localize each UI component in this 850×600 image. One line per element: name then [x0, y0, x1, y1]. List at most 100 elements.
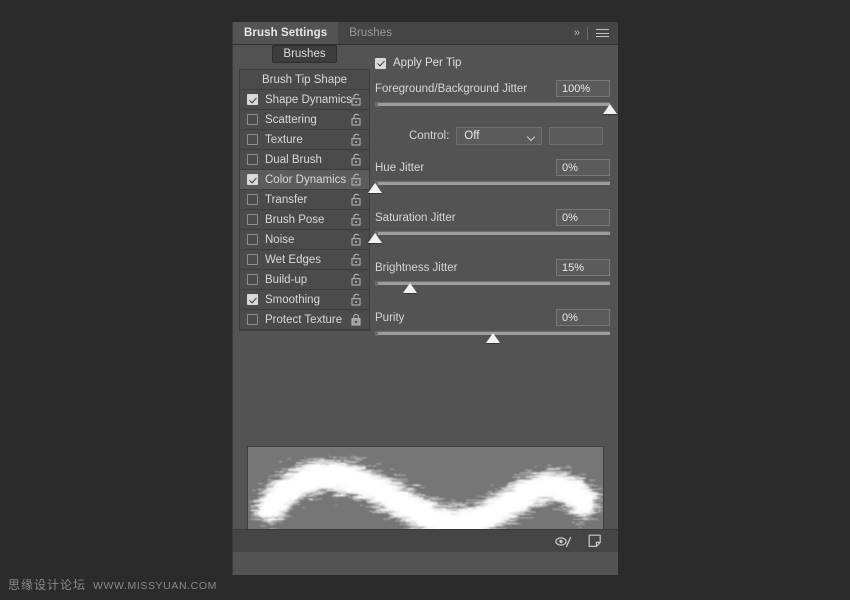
- color-dynamics-checkbox[interactable]: [247, 174, 258, 185]
- fg-bg-jitter-control: Foreground/Background Jitter 100%: [375, 79, 617, 118]
- hue-jitter-header: Hue Jitter 0%: [375, 158, 610, 177]
- sidebar-item-noise[interactable]: Noise: [240, 230, 369, 250]
- chevron-double-right-icon[interactable]: »: [574, 27, 580, 39]
- sidebar-item-brush-pose[interactable]: Brush Pose: [240, 210, 369, 230]
- tab-brush-settings-label: Brush Settings: [244, 27, 328, 39]
- lock-open-icon[interactable]: [350, 133, 362, 146]
- lock-open-icon[interactable]: [350, 233, 362, 246]
- saturation-jitter-slider[interactable]: [368, 230, 610, 247]
- sidebar-item-label: Brush Pose: [265, 213, 325, 226]
- sidebar-item-label: Noise: [265, 233, 295, 246]
- brush-option-list: Brush Tip Shape Shape Dynamics Scattering…: [239, 69, 370, 331]
- lock-open-icon[interactable]: [350, 253, 362, 266]
- tab-brushes[interactable]: Brushes: [338, 22, 403, 44]
- brush-settings-panel: Brush Settings Brushes » Brushes Brush T…: [232, 22, 618, 575]
- brush-tip-shape-label: Brush Tip Shape: [261, 73, 348, 86]
- apply-per-tip-row[interactable]: Apply Per Tip: [375, 53, 610, 73]
- lock-open-icon[interactable]: [350, 213, 362, 226]
- purity-value[interactable]: 0%: [556, 309, 610, 326]
- purity-thumb[interactable]: [485, 333, 500, 343]
- saturation-jitter-label: Saturation Jitter: [375, 211, 456, 224]
- shape-dynamics-checkbox[interactable]: [247, 94, 258, 105]
- control-label: Control:: [409, 130, 450, 142]
- saturation-jitter-thumb[interactable]: [368, 233, 382, 243]
- watermark-chinese: 思缘设计论坛: [8, 578, 87, 592]
- sidebar-item-label: Shape Dynamics: [265, 93, 352, 106]
- tab-brush-settings[interactable]: Brush Settings: [233, 22, 339, 44]
- transfer-checkbox[interactable]: [247, 194, 258, 205]
- new-brush-preset-icon[interactable]: [588, 534, 602, 548]
- saturation-jitter-track: [375, 231, 610, 236]
- lock-open-icon[interactable]: [350, 93, 362, 106]
- fg-bg-jitter-value[interactable]: 100%: [556, 80, 610, 97]
- lock-open-icon[interactable]: [350, 273, 362, 286]
- control-select[interactable]: Off: [456, 127, 543, 145]
- sidebar-item-label: Wet Edges: [265, 253, 322, 266]
- fg-bg-jitter-track: [375, 102, 610, 107]
- sidebar-item-dual-brush[interactable]: Dual Brush: [240, 150, 369, 170]
- brightness-jitter-control: Brightness Jitter 15%: [375, 258, 610, 297]
- brightness-jitter-thumb[interactable]: [403, 283, 418, 293]
- sidebar-item-label: Dual Brush: [265, 153, 322, 166]
- brush-pose-checkbox[interactable]: [247, 214, 258, 225]
- noise-checkbox[interactable]: [247, 234, 258, 245]
- sidebar-item-wet-edges[interactable]: Wet Edges: [240, 250, 369, 270]
- protect-texture-checkbox[interactable]: [247, 314, 258, 325]
- screen-root: Brush Settings Brushes » Brushes Brush T…: [0, 0, 850, 600]
- lock-open-icon[interactable]: [350, 153, 362, 166]
- purity-header: Purity 0%: [375, 308, 610, 327]
- panel-body: Brushes Brush Tip Shape Shape Dynamics Sc…: [233, 45, 618, 552]
- lock-closed-icon[interactable]: [350, 313, 362, 326]
- control-select-value: Off: [464, 130, 480, 142]
- sidebar-item-scattering[interactable]: Scattering: [240, 110, 369, 130]
- sidebar-item-protect-texture[interactable]: Protect Texture: [240, 310, 369, 330]
- watermark: 思缘设计论坛 WWW.MISSYUAN.COM: [8, 576, 217, 593]
- fg-bg-jitter-thumb[interactable]: [603, 104, 617, 114]
- brushes-button[interactable]: Brushes: [272, 45, 337, 63]
- sidebar-item-transfer[interactable]: Transfer: [240, 190, 369, 210]
- hue-jitter-control: Hue Jitter 0%: [368, 158, 610, 197]
- sidebar-item-brush-tip-shape[interactable]: Brush Tip Shape: [240, 70, 369, 90]
- fg-bg-jitter-slider[interactable]: [375, 101, 617, 118]
- lock-open-icon[interactable]: [350, 173, 362, 186]
- smoothing-checkbox[interactable]: [247, 294, 258, 305]
- scattering-checkbox[interactable]: [247, 114, 258, 125]
- control-extra-value[interactable]: [549, 127, 604, 145]
- lock-open-icon[interactable]: [350, 113, 362, 126]
- chevron-down-icon: [528, 134, 535, 138]
- tab-strip-spacer: [403, 22, 574, 44]
- hue-jitter-slider[interactable]: [368, 180, 610, 197]
- color-dynamics-options: Apply Per Tip Foreground/Background Jitt…: [368, 53, 617, 347]
- header-divider: [587, 26, 588, 40]
- lock-open-icon[interactable]: [350, 193, 362, 206]
- saturation-jitter-control: Saturation Jitter 0%: [368, 208, 610, 247]
- build-up-checkbox[interactable]: [247, 274, 258, 285]
- saturation-jitter-header: Saturation Jitter 0%: [375, 208, 610, 227]
- watermark-url: WWW.MISSYUAN.COM: [93, 580, 217, 592]
- wet-edges-checkbox[interactable]: [247, 254, 258, 265]
- fg-bg-jitter-label: Foreground/Background Jitter: [375, 82, 528, 95]
- sidebar-item-label: Color Dynamics: [265, 173, 347, 186]
- brightness-jitter-slider[interactable]: [375, 280, 610, 297]
- sidebar-item-texture[interactable]: Texture: [240, 130, 369, 150]
- panel-header-controls: »: [574, 22, 618, 44]
- hamburger-menu-icon[interactable]: [596, 27, 609, 40]
- dual-brush-checkbox[interactable]: [247, 154, 258, 165]
- purity-control: Purity 0%: [375, 308, 610, 347]
- texture-checkbox[interactable]: [247, 134, 258, 145]
- sidebar-item-color-dynamics[interactable]: Color Dynamics: [240, 170, 369, 190]
- hue-jitter-track: [375, 181, 610, 186]
- apply-per-tip-checkbox[interactable]: [375, 57, 386, 69]
- sidebar-item-smoothing[interactable]: Smoothing: [240, 290, 369, 310]
- purity-slider[interactable]: [375, 330, 610, 347]
- sidebar-item-shape-dynamics[interactable]: Shape Dynamics: [240, 90, 369, 110]
- lock-open-icon[interactable]: [350, 293, 362, 306]
- tab-brushes-label: Brushes: [349, 27, 393, 39]
- saturation-jitter-value[interactable]: 0%: [556, 209, 610, 226]
- sidebar-item-build-up[interactable]: Build-up: [240, 270, 369, 290]
- panel-footer: [233, 529, 618, 552]
- brightness-jitter-value[interactable]: 15%: [556, 259, 610, 276]
- eye-brush-preview-icon[interactable]: [555, 535, 572, 548]
- hue-jitter-value[interactable]: 0%: [556, 159, 610, 176]
- hue-jitter-thumb[interactable]: [368, 183, 382, 193]
